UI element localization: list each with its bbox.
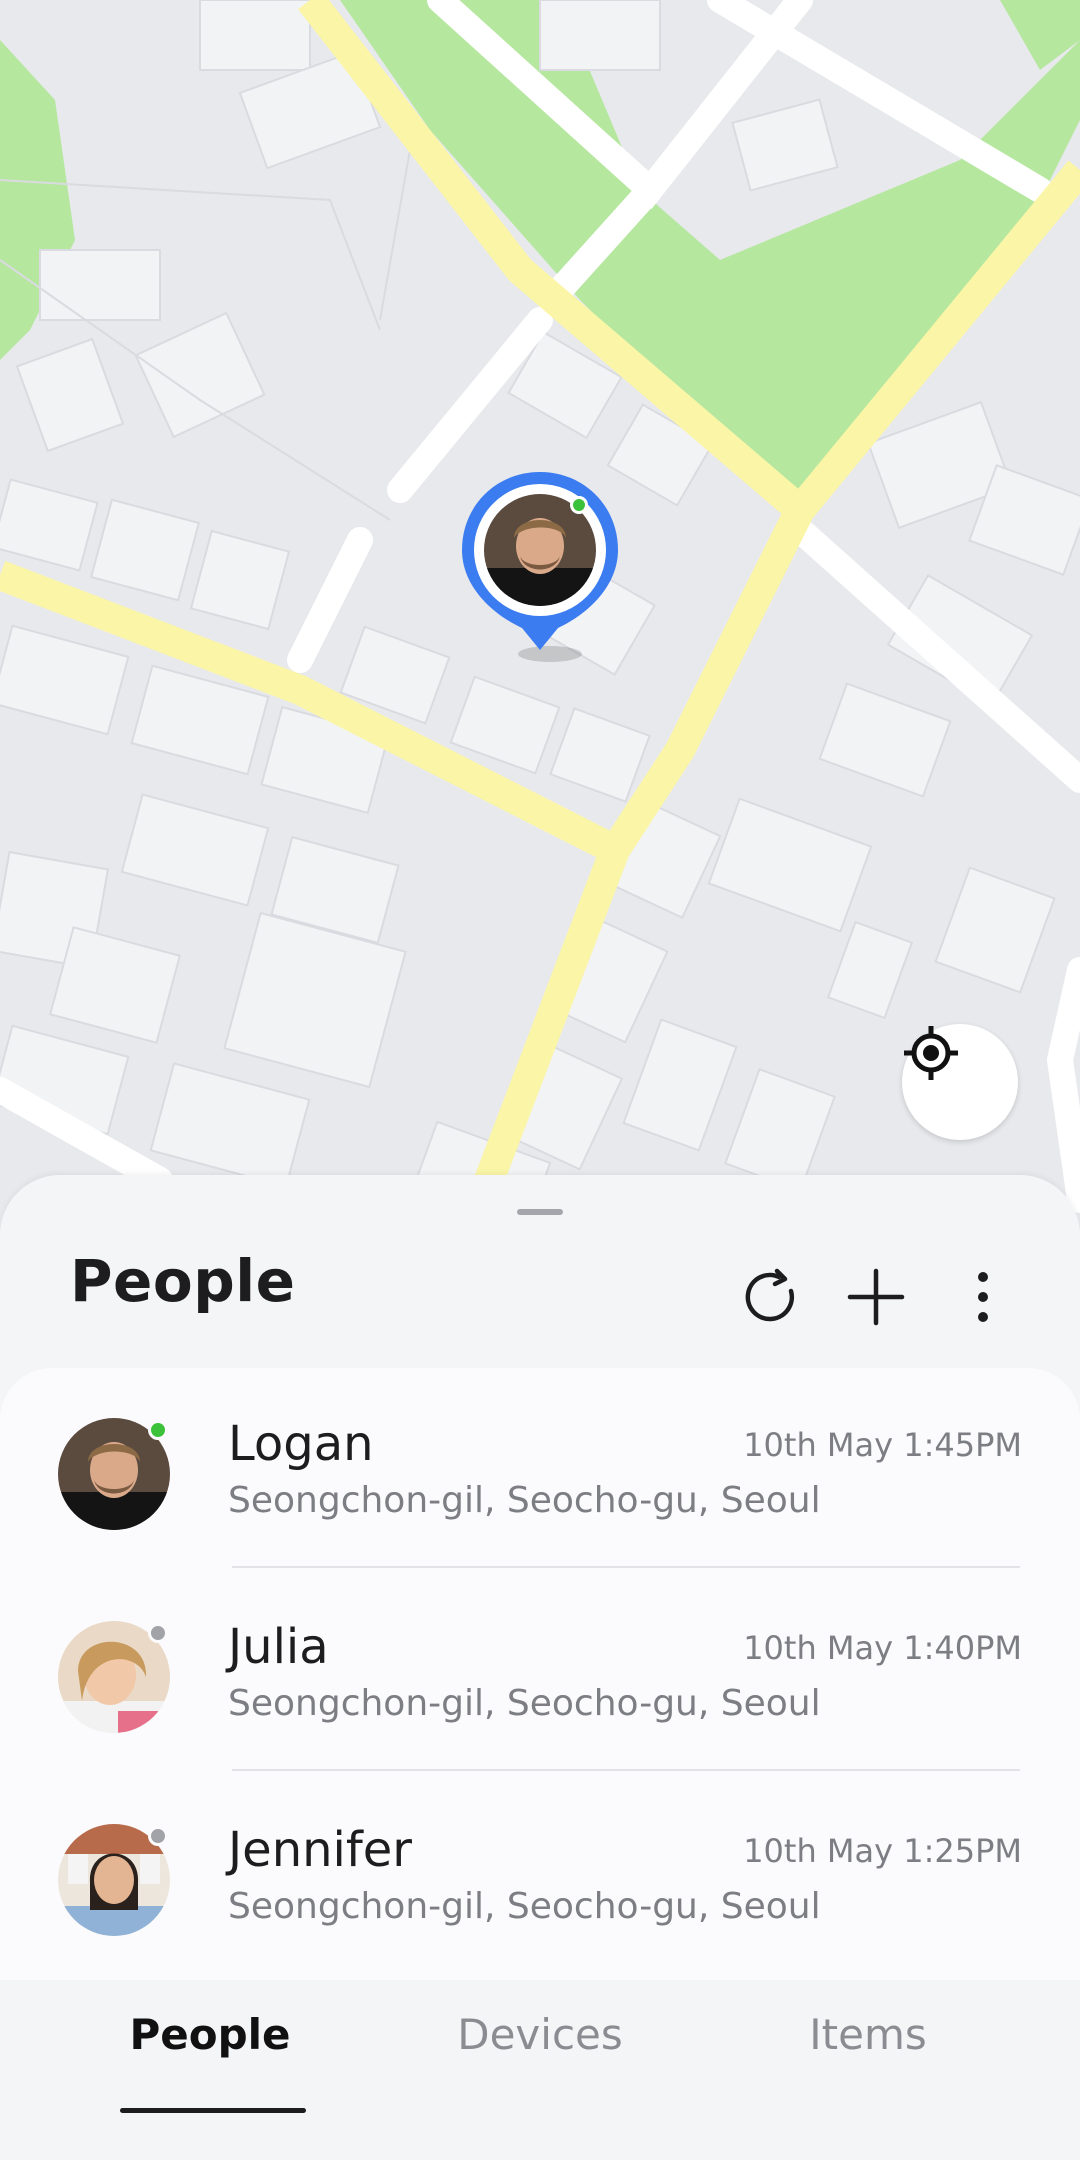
person-name: Julia [228,1619,329,1675]
person-address: Seongchon-gil, Seocho-gu, Seoul [228,1480,821,1521]
person-row-logan[interactable]: Logan 10th May 1:45PM Seongchon-gil, Seo… [0,1368,1080,1568]
tab-people[interactable]: People [90,2010,330,2059]
offline-status-dot [148,1623,168,1643]
last-seen-time: 10th May 1:25PM [743,1832,1022,1870]
people-list: Logan 10th May 1:45PM Seongchon-gil, Seo… [0,1368,1080,1988]
row-divider [232,1769,1020,1771]
pin-online-status-dot [570,496,588,514]
person-name: Jennifer [228,1822,413,1878]
offline-status-dot [148,1826,168,1846]
more-options-button[interactable] [943,1257,1023,1337]
person-address: Seongchon-gil, Seocho-gu, Seoul [228,1886,821,1927]
last-seen-time: 10th May 1:40PM [743,1629,1022,1667]
selected-tab-indicator [120,2108,306,2113]
row-divider [232,1566,1020,1568]
bottom-tab-bar: People Devices Items [0,1980,1080,2160]
person-name: Logan [228,1416,374,1472]
sheet-title: People [70,1247,296,1315]
my-location-button[interactable] [902,1024,1018,1140]
person-address: Seongchon-gil, Seocho-gu, Seoul [228,1683,821,1724]
last-seen-time: 10th May 1:45PM [743,1426,1022,1464]
sheet-drag-handle[interactable] [517,1209,563,1215]
online-status-dot [148,1420,168,1440]
my-location-icon [904,1026,958,1080]
more-vertical-icon [978,1272,988,1322]
refresh-button[interactable] [731,1257,811,1337]
person-row-julia[interactable]: Julia 10th May 1:40PM Seongchon-gil, Seo… [0,1571,1080,1771]
person-location-pin[interactable] [458,468,622,664]
tab-items[interactable]: Items [748,2010,988,2059]
plus-icon [847,1268,905,1326]
map-view[interactable] [0,0,1080,1230]
refresh-icon [745,1268,795,1322]
person-row-jennifer[interactable]: Jennifer 10th May 1:25PM Seongchon-gil, … [0,1774,1080,1974]
add-person-button[interactable] [836,1257,916,1337]
tab-devices[interactable]: Devices [420,2010,660,2059]
